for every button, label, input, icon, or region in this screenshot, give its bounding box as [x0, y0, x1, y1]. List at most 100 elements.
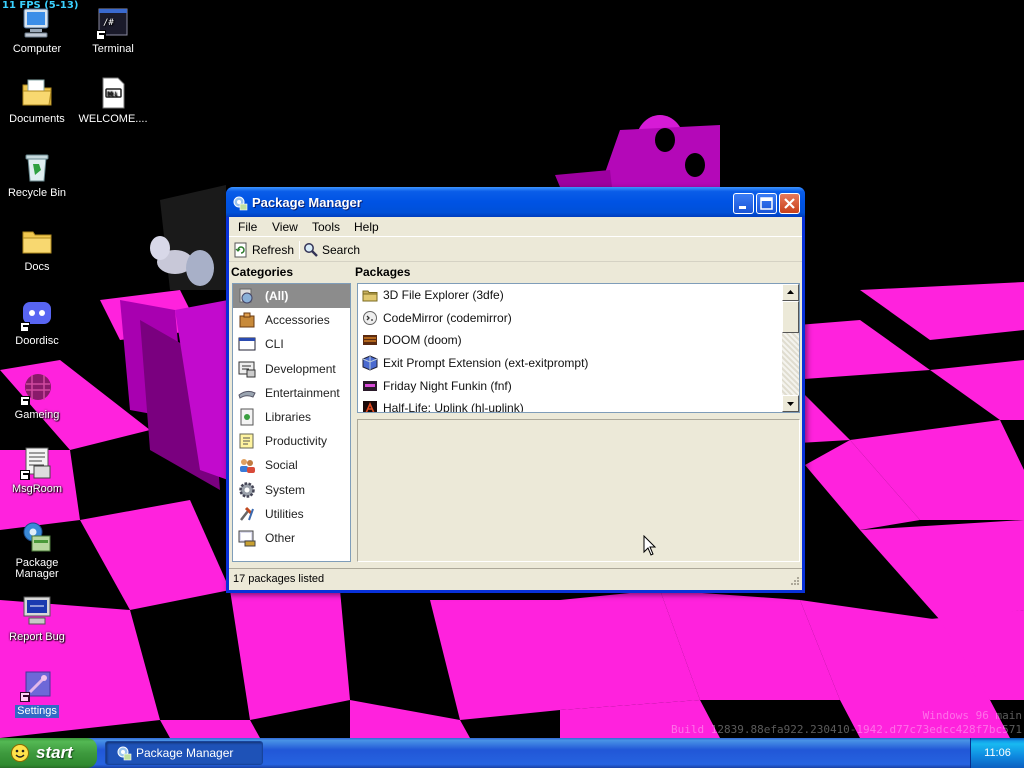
minimize-button[interactable] — [733, 193, 754, 214]
maximize-icon — [760, 197, 773, 210]
package-label: Exit Prompt Extension (ext-exitprompt) — [383, 356, 589, 371]
mouse-cursor-icon — [643, 535, 657, 556]
svg-text:/#: /# — [103, 18, 114, 28]
window-body: File View Tools Help Refresh Search Cate… — [229, 217, 802, 590]
category-entertainment[interactable]: Entertainment — [233, 381, 350, 405]
package-details-pane — [357, 419, 800, 562]
start-label: start — [36, 743, 73, 762]
menu-file[interactable]: File — [233, 220, 262, 234]
category-social[interactable]: Social — [233, 453, 350, 477]
recycle-bin-icon — [20, 150, 54, 184]
category-label: Productivity — [265, 434, 328, 449]
category-label: (All) — [265, 289, 289, 304]
category-label: Accessories — [265, 313, 330, 328]
package-label: CodeMirror (codemirror) — [383, 310, 512, 325]
menu-help[interactable]: Help — [349, 220, 384, 234]
system-tray: 11:06 — [970, 738, 1024, 768]
search-label: Search — [322, 243, 361, 257]
package-item-ext-exitprompt[interactable]: Exit Prompt Extension (ext-exitprompt) — [358, 352, 799, 375]
package-manager-icon — [20, 520, 54, 554]
refresh-button[interactable]: Refresh — [233, 241, 294, 259]
maximize-button[interactable] — [756, 193, 777, 214]
clock[interactable]: 11:06 — [984, 747, 1011, 759]
desktop-icon-report-bug[interactable]: Report Bug — [0, 594, 74, 644]
category-label: Libraries — [265, 410, 312, 425]
scroll-down-button[interactable] — [782, 395, 799, 412]
taskbar-button-label: Package Manager — [136, 746, 234, 760]
cli-icon — [238, 335, 256, 353]
window-title: Package Manager — [252, 195, 362, 210]
category-productivity[interactable]: Productivity — [233, 429, 350, 453]
markdown-file-icon: M↓ — [96, 76, 130, 110]
documents-folder-icon — [20, 76, 54, 110]
window-titlebar[interactable]: Package Manager — [226, 187, 805, 217]
category-development[interactable]: Development — [233, 357, 350, 381]
libraries-icon — [238, 408, 256, 426]
codemirror-icon — [362, 310, 378, 326]
desktop-icon-documents[interactable]: Documents — [0, 76, 74, 126]
desktop-icon-label: Report Bug — [9, 631, 65, 643]
smiley-logo-icon — [11, 744, 29, 762]
package-item-codemirror[interactable]: CodeMirror (codemirror) — [358, 307, 799, 330]
category-accessories[interactable]: Accessories — [233, 308, 350, 332]
half-life-icon — [362, 400, 378, 412]
desktop-icon-label: Docs — [24, 261, 50, 273]
scroll-up-button[interactable] — [782, 284, 799, 301]
scroll-thumb[interactable] — [782, 301, 799, 333]
package-item-hl-uplink[interactable]: Half-Life: Uplink (hl-uplink) — [358, 397, 799, 412]
system-gear-icon — [238, 481, 256, 499]
categories-heading: Categories — [231, 265, 294, 279]
category-label: Other — [265, 530, 296, 545]
category-cli[interactable]: CLI — [233, 332, 350, 356]
category-system[interactable]: System — [233, 478, 350, 502]
category-all[interactable]: (All) — [233, 284, 350, 309]
category-label: Entertainment — [265, 385, 340, 400]
package-item-doom[interactable]: DOOM (doom) — [358, 329, 799, 352]
category-libraries[interactable]: Libraries — [233, 405, 350, 429]
close-icon — [784, 198, 795, 209]
utilities-icon — [238, 505, 256, 523]
package-manager-icon — [117, 746, 132, 761]
desktop-icon-package-manager[interactable]: Package Manager — [0, 520, 74, 581]
desktop-icon-recycle-bin[interactable]: Recycle Bin — [0, 150, 74, 200]
menu-view[interactable]: View — [267, 220, 303, 234]
package-label: DOOM (doom) — [383, 333, 462, 348]
package-item-3dfe[interactable]: 3D File Explorer (3dfe) — [358, 284, 799, 307]
build-watermark-line: Windows 96 main — [922, 709, 1022, 722]
category-other[interactable]: Other — [233, 526, 350, 550]
package-item-fnf[interactable]: Friday Night Funkin (fnf) — [358, 374, 799, 397]
report-bug-icon — [20, 594, 54, 628]
search-button[interactable]: Search — [303, 241, 360, 259]
build-watermark: Windows 96 main Build 12839.88efa922.230… — [671, 709, 1022, 737]
desktop-icon-msgroom[interactable]: MsgRoom — [0, 446, 74, 496]
taskbar: start Package Manager 11:06 — [0, 738, 1024, 768]
category-utilities[interactable]: Utilities — [233, 502, 350, 526]
menu-tools[interactable]: Tools — [307, 220, 345, 234]
package-manager-window[interactable]: Package Manager File View Tools Help Ref… — [226, 187, 805, 593]
other-icon — [238, 529, 256, 547]
desktop-icon-settings[interactable]: Settings — [0, 668, 74, 718]
status-bar: 17 packages listed — [229, 568, 802, 590]
desktop-icon-gameing[interactable]: Gameing — [0, 372, 74, 422]
doom-icon — [362, 332, 378, 348]
refresh-label: Refresh — [252, 243, 295, 257]
desktop-icon-computer[interactable]: Computer — [0, 6, 74, 56]
resize-grip-icon[interactable] — [788, 576, 800, 588]
desktop-icon-welcome[interactable]: M↓ WELCOME.... — [76, 76, 150, 126]
msgroom-icon — [20, 446, 54, 480]
close-button[interactable] — [779, 193, 800, 214]
start-button[interactable]: start — [0, 738, 97, 768]
desktop-icon-docs[interactable]: Docs — [0, 224, 74, 274]
packages-scrollbar[interactable] — [782, 284, 799, 412]
menu-bar: File View Tools Help — [229, 217, 802, 237]
category-label: CLI — [265, 337, 284, 352]
package-label: Friday Night Funkin (fnf) — [383, 378, 512, 393]
desktop-icon-doordisc[interactable]: Doordisc — [0, 298, 74, 348]
desktop-icon-terminal[interactable]: /# Terminal — [76, 6, 150, 56]
desktop-icon-label: Doordisc — [15, 335, 59, 347]
taskbar-button-package-manager[interactable]: Package Manager — [105, 741, 263, 765]
packages-heading: Packages — [355, 265, 411, 279]
refresh-icon — [234, 242, 247, 258]
extension-cube-icon — [362, 355, 378, 371]
svg-text:M↓: M↓ — [107, 91, 118, 98]
